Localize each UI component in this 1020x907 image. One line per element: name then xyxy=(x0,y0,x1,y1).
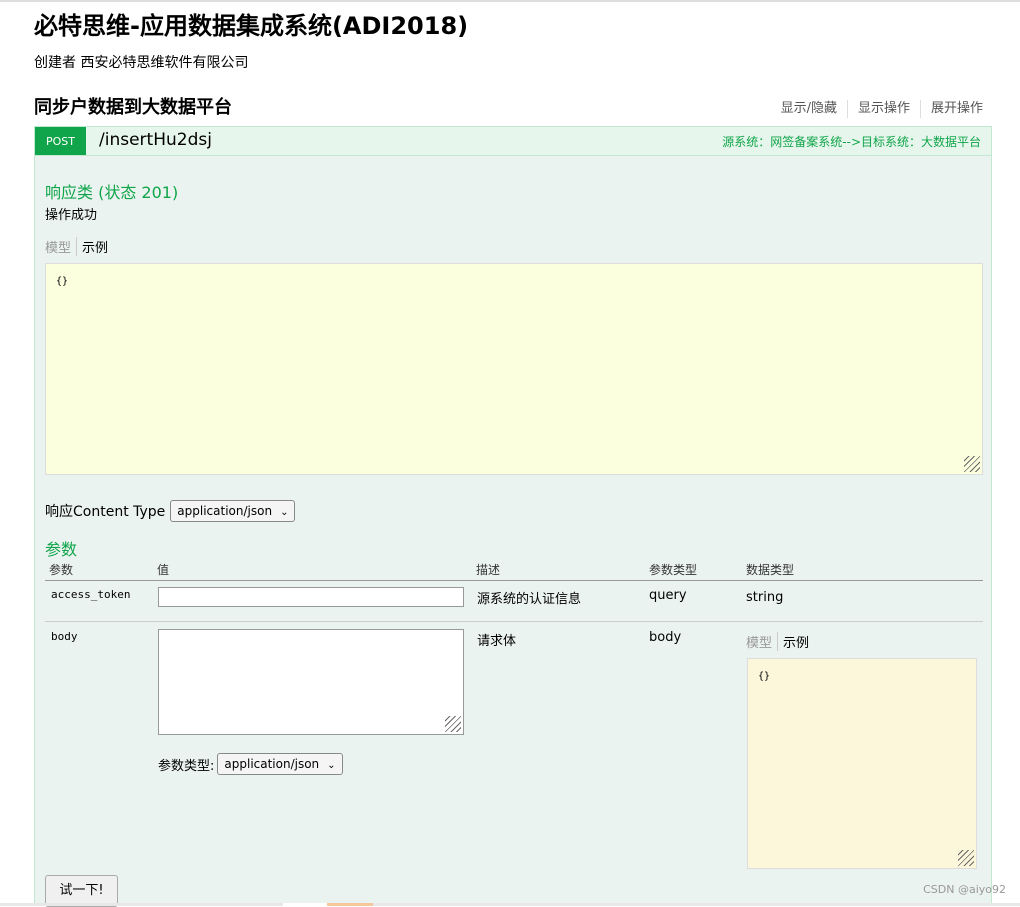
param-name-body: body xyxy=(51,630,78,643)
col-description: 描述 xyxy=(476,563,501,577)
response-message: 操作成功 xyxy=(45,208,98,223)
response-content-type-label: 响应Content Type xyxy=(45,504,166,520)
endpoint-description[interactable]: 源系统：网签备案系统-->目标系统：大数据平台 xyxy=(722,133,981,150)
col-param: 参数 xyxy=(49,563,74,577)
response-sample[interactable]: {} xyxy=(45,263,983,475)
tab-example[interactable]: 示例 xyxy=(77,237,108,256)
body-sample-text: {} xyxy=(758,671,771,682)
top-border xyxy=(0,0,1020,2)
show-operations-link[interactable]: 显示操作 xyxy=(846,100,920,118)
chevron-down-icon: ⌄ xyxy=(327,760,336,771)
toggle-show-hide-link[interactable]: 显示/隐藏 xyxy=(771,100,847,118)
response-class-heading: 响应类 (状态 201) xyxy=(45,183,179,202)
row-divider xyxy=(45,621,983,622)
param-desc-body: 请求体 xyxy=(477,634,517,649)
body-content-type-select[interactable]: application/json ⌄ xyxy=(217,753,343,775)
param-type-access-token: query xyxy=(649,588,687,603)
access-token-input[interactable] xyxy=(158,587,464,607)
tab-example[interactable]: 示例 xyxy=(778,632,809,651)
resize-handle-icon[interactable] xyxy=(964,456,980,472)
data-type-access-token: string xyxy=(746,590,784,605)
parameters-table-header: 参数 值 描述 参数类型 数据类型 xyxy=(45,561,983,581)
response-sample-text: {} xyxy=(56,276,69,287)
section-operations: 显示/隐藏 显示操作 展开操作 xyxy=(771,100,983,118)
body-content-type-label: 参数类型: xyxy=(158,758,215,774)
http-method-badge[interactable]: POST xyxy=(35,127,86,155)
expand-operations-link[interactable]: 展开操作 xyxy=(919,100,983,118)
endpoint-header[interactable]: POST /insertHu2dsj 源系统：网签备案系统-->目标系统：大数据… xyxy=(35,127,991,156)
param-desc-access-token: 源系统的认证信息 xyxy=(477,592,582,607)
body-sample[interactable]: {} xyxy=(747,658,977,869)
col-param-type: 参数类型 xyxy=(649,563,698,577)
body-content-type: 参数类型: application/json ⌄ xyxy=(158,753,343,775)
parameters-heading: 参数 xyxy=(45,540,78,559)
response-content-type: 响应Content Type application/json ⌄ xyxy=(45,500,296,522)
tab-model[interactable]: 模型 xyxy=(746,632,779,651)
col-data-type: 数据类型 xyxy=(746,563,795,577)
col-value: 值 xyxy=(157,563,170,577)
response-tabs: 模型 示例 xyxy=(45,237,108,256)
param-name-access-token: access_token xyxy=(51,588,131,601)
resize-handle-icon[interactable] xyxy=(445,716,461,732)
param-type-body: body xyxy=(649,630,682,645)
endpoint-panel: POST /insertHu2dsj 源系统：网签备案系统-->目标系统：大数据… xyxy=(34,126,992,907)
tab-model[interactable]: 模型 xyxy=(45,237,78,256)
creator-info: 创建者 西安必特思维软件有限公司 xyxy=(34,55,249,71)
section-title: 同步户数据到大数据平台 xyxy=(34,97,232,118)
resize-handle-icon[interactable] xyxy=(958,850,974,866)
app-title: 必特思维-应用数据集成系统(ADI2018) xyxy=(34,12,469,40)
watermark: CSDN @aiyo92 xyxy=(923,883,1006,896)
endpoint-path[interactable]: /insertHu2dsj xyxy=(99,130,212,150)
chevron-down-icon: ⌄ xyxy=(280,507,289,518)
response-content-type-select[interactable]: application/json ⌄ xyxy=(170,500,296,522)
body-textarea[interactable] xyxy=(158,629,464,735)
body-data-type-tabs: 模型 示例 xyxy=(746,632,809,651)
